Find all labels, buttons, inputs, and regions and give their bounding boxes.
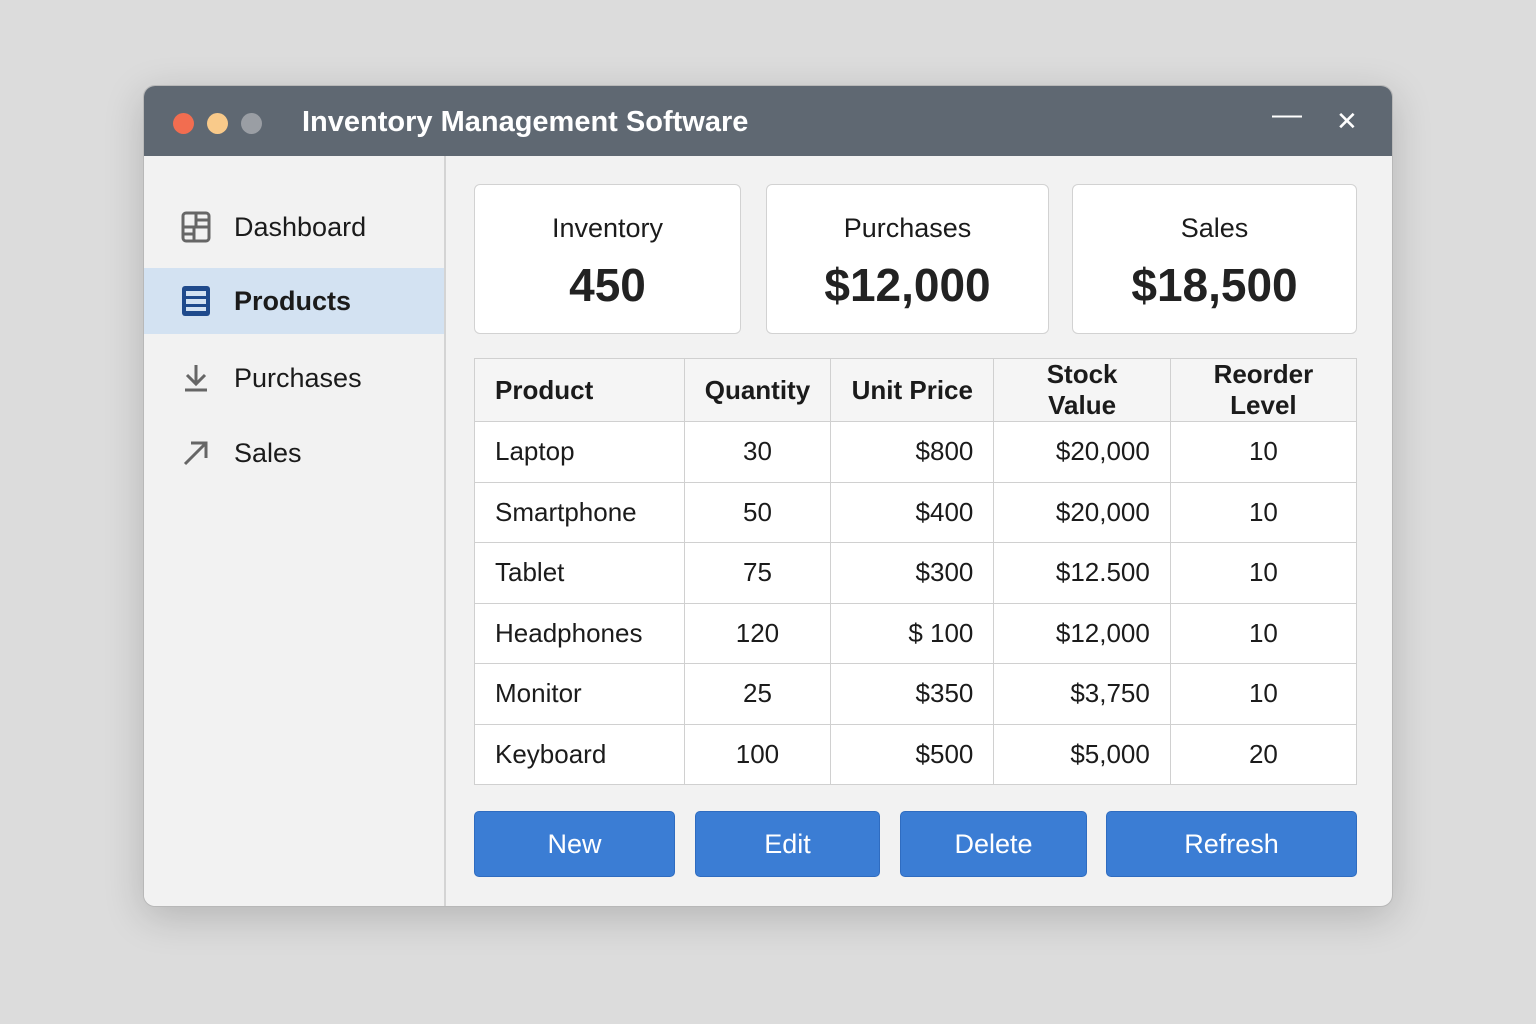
table-cell: Headphones [474, 602, 685, 664]
table-cell: Monitor [474, 663, 685, 725]
sidebar-item-products[interactable]: Products [144, 268, 444, 334]
sidebar-item-label: Dashboard [234, 211, 367, 242]
column-header[interactable]: Reorder Level [1169, 358, 1358, 422]
sidebar-item-label: Products [234, 285, 352, 316]
products-table: Product Quantity Unit Price Stock Value … [474, 358, 1358, 785]
minimize-button[interactable]: — [1272, 98, 1302, 132]
table-cell: $20,000 [993, 421, 1171, 483]
sidebar-item-sales[interactable]: Sales [144, 420, 444, 486]
table-cell: $500 [830, 723, 995, 785]
table-row[interactable]: Headphones 120 $ 100 $12,000 10 [474, 602, 1358, 664]
list-icon [178, 285, 214, 317]
table-cell: $800 [830, 421, 995, 483]
table-cell: 30 [683, 421, 832, 483]
table-cell: $300 [830, 542, 995, 604]
table-cell: 10 [1169, 663, 1358, 725]
column-header[interactable]: Quantity [683, 358, 832, 422]
delete-button[interactable]: Delete [900, 811, 1087, 877]
inventory-card: Inventory 450 [474, 184, 741, 334]
dashboard-icon [178, 211, 214, 243]
table-cell: 50 [683, 481, 832, 543]
table-cell: $350 [830, 663, 995, 725]
column-header[interactable]: Product [474, 358, 685, 422]
table-header-row: Product Quantity Unit Price Stock Value … [474, 358, 1358, 422]
sidebar: Dashboard Products Purchases Sales [144, 156, 446, 906]
arrow-up-right-icon [178, 439, 214, 467]
column-header[interactable]: Stock Value [993, 358, 1171, 422]
table-cell: 10 [1169, 421, 1358, 483]
table-cell: 75 [683, 542, 832, 604]
table-cell: Laptop [474, 421, 685, 483]
sidebar-item-dashboard[interactable]: Dashboard [144, 194, 444, 260]
zoom-dot[interactable] [241, 113, 262, 134]
table-cell: 10 [1169, 602, 1358, 664]
sales-card: Sales $18,500 [1072, 184, 1357, 334]
table-cell: 120 [683, 602, 832, 664]
table-row[interactable]: Smartphone 50 $400 $20,000 10 [474, 481, 1358, 543]
table-cell: 20 [1169, 723, 1358, 785]
table-cell: Smartphone [474, 481, 685, 543]
table-cell: Keyboard [474, 723, 685, 785]
card-label: Purchases [843, 213, 972, 243]
table-row[interactable]: Monitor 25 $350 $3,750 10 [474, 663, 1358, 725]
table-row[interactable]: Laptop 30 $800 $20,000 10 [474, 421, 1358, 483]
table-cell: $3,750 [993, 663, 1171, 725]
close-dot[interactable] [173, 113, 194, 134]
refresh-button[interactable]: Refresh [1106, 811, 1357, 877]
edit-button[interactable]: Edit [695, 811, 880, 877]
title-bar: Inventory Management Software — ✕ [144, 86, 1392, 156]
sidebar-item-purchases[interactable]: Purchases [144, 345, 444, 411]
table-row[interactable]: Tablet 75 $300 $12.500 10 [474, 542, 1358, 604]
card-value: 450 [569, 259, 646, 311]
table-cell: $400 [830, 481, 995, 543]
table-cell: $ 100 [830, 602, 995, 664]
app-window: Inventory Management Software — ✕ Dashbo… [143, 85, 1393, 907]
sidebar-item-label: Sales [234, 437, 302, 468]
new-button[interactable]: New [474, 811, 675, 877]
download-icon [178, 363, 214, 393]
purchases-card: Purchases $12,000 [766, 184, 1049, 334]
table-cell: $12,000 [993, 602, 1171, 664]
card-value: $18,500 [1131, 259, 1298, 311]
card-label: Inventory [551, 213, 664, 243]
card-label: Sales [1180, 213, 1249, 243]
table-cell: $20,000 [993, 481, 1171, 543]
sidebar-item-label: Purchases [234, 362, 362, 393]
table-cell: Tablet [474, 542, 685, 604]
table-cell: 25 [683, 663, 832, 725]
card-value: $12,000 [824, 259, 991, 311]
window-title: Inventory Management Software [302, 106, 749, 138]
minimize-dot[interactable] [207, 113, 228, 134]
table-cell: 10 [1169, 542, 1358, 604]
table-cell: 10 [1169, 481, 1358, 543]
column-header[interactable]: Unit Price [830, 358, 995, 422]
table-cell: 100 [683, 723, 832, 785]
table-cell: $5,000 [993, 723, 1171, 785]
close-button[interactable]: ✕ [1336, 106, 1358, 137]
table-row[interactable]: Keyboard 100 $500 $5,000 20 [474, 723, 1358, 785]
table-cell: $12.500 [993, 542, 1171, 604]
